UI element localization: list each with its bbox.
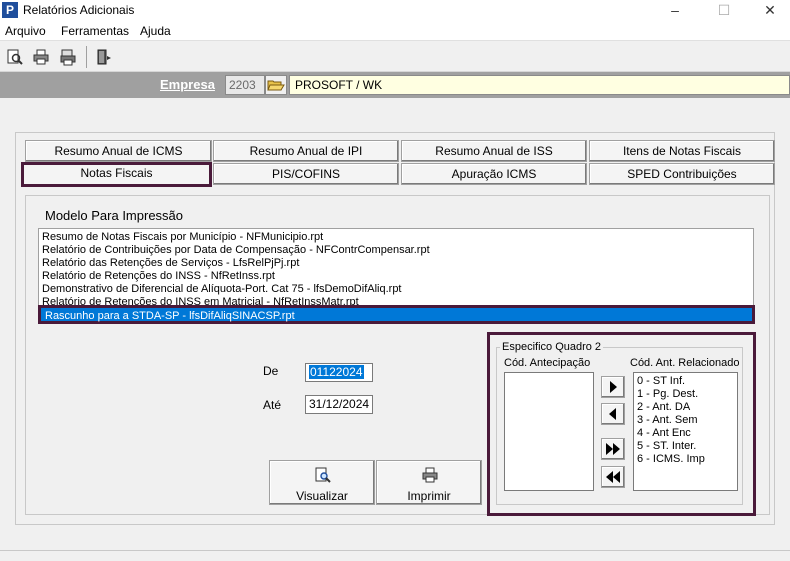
cod-antecipacao-list[interactable] [504, 372, 594, 491]
move-right-button[interactable] [601, 376, 625, 398]
cod-ant-relacionado-list[interactable]: 0 - ST Inf. 1 - Pg. Dest. 2 - Ant. DA 3 … [633, 372, 738, 491]
list-item[interactable]: 4 - Ant Enc [637, 427, 691, 440]
list-item-selected[interactable]: Rascunho para a STDA-SP - lfsDifAliqSINA… [38, 305, 755, 324]
list-item[interactable]: Demonstrativo de Diferencial de Alíquota… [42, 283, 402, 296]
print-button[interactable] [29, 46, 53, 68]
list-item[interactable]: Relatório de Contribuições por Data de C… [42, 244, 430, 257]
empresa-name-field: PROSOFT / WK [289, 75, 790, 95]
exit-button[interactable] [92, 46, 116, 68]
status-divider [0, 550, 790, 551]
tab-notas-fiscais[interactable]: Notas Fiscais [21, 162, 212, 187]
menu-bar: Arquivo Ferramentas Ajuda [0, 21, 790, 41]
imprimir-button[interactable]: Imprimir [376, 460, 482, 505]
list-item[interactable]: 5 - ST. Inter. [637, 440, 696, 453]
menu-ajuda[interactable]: Ajuda [140, 24, 171, 38]
exit-door-icon [97, 49, 111, 65]
empresa-code-field[interactable]: 2203 [225, 75, 265, 95]
date-to-field[interactable]: 31/12/2024 [305, 395, 373, 414]
empresa-browse-button[interactable] [265, 75, 287, 95]
move-left-button[interactable] [601, 403, 625, 425]
batch-print-button[interactable] [56, 46, 80, 68]
empresa-label: Empresa [160, 77, 215, 92]
menu-ferramentas[interactable]: Ferramentas [61, 24, 129, 38]
preview-icon [7, 49, 23, 65]
cod-ant-relacionado-label: Cód. Ant. Relacionado [630, 357, 740, 369]
especifico-title: Especifico Quadro 2 [500, 341, 604, 353]
list-item[interactable]: Relatório das Retenções de Serviços - Lf… [42, 257, 299, 270]
minimize-button[interactable]: – [652, 0, 698, 21]
close-button[interactable]: ✕ [747, 0, 790, 21]
title-bar: P Relatórios Adicionais – ☐ ✕ [0, 0, 790, 21]
list-item[interactable]: Resumo de Notas Fiscais por Município - … [42, 231, 323, 244]
model-title: Modelo Para Impressão [45, 208, 184, 223]
maximize-button[interactable]: ☐ [701, 0, 747, 21]
visualizar-button[interactable]: Visualizar [269, 460, 375, 505]
tab-resumo-anual-icms[interactable]: Resumo Anual de ICMS [25, 140, 212, 162]
list-item[interactable]: 1 - Pg. Dest. [637, 388, 698, 401]
app-icon: P [2, 2, 18, 18]
multi-printer-icon [60, 49, 76, 66]
window-title: Relatórios Adicionais [23, 3, 135, 17]
list-item[interactable]: Relatório de Retenções do INSS - NfRetIn… [42, 270, 275, 283]
printer-icon [422, 467, 438, 483]
double-arrow-right-icon [606, 443, 620, 455]
double-arrow-left-icon [606, 471, 620, 483]
menu-arquivo[interactable]: Arquivo [5, 24, 46, 38]
move-all-right-button[interactable] [601, 438, 625, 460]
tab-itens-notas-fiscais[interactable]: Itens de Notas Fiscais [589, 140, 775, 162]
toolbar-separator [86, 46, 87, 68]
preview-button[interactable] [3, 46, 27, 68]
list-item[interactable]: 6 - ICMS. Imp [637, 453, 705, 466]
list-item[interactable]: 0 - ST Inf. [637, 375, 685, 388]
visualizar-label: Visualizar [296, 489, 348, 503]
tab-apuracao-icms[interactable]: Apuração ICMS [401, 163, 587, 185]
cod-antecipacao-label: Cód. Antecipação [504, 357, 591, 369]
tab-resumo-anual-iss[interactable]: Resumo Anual de ISS [401, 140, 587, 162]
list-item[interactable]: 3 - Ant. Sem [637, 414, 698, 427]
list-item[interactable]: 2 - Ant. DA [637, 401, 690, 414]
imprimir-label: Imprimir [407, 489, 451, 503]
preview-icon [315, 467, 331, 483]
empresa-bar: Empresa 2203 PROSOFT / WK [0, 72, 790, 98]
move-all-left-button[interactable] [601, 466, 625, 488]
date-from-field[interactable]: 01122024 [305, 363, 373, 382]
arrow-right-icon [610, 381, 617, 393]
tab-sped-contribuicoes[interactable]: SPED Contribuições [589, 163, 775, 185]
tab-resumo-anual-ipi[interactable]: Resumo Anual de IPI [213, 140, 399, 162]
tab-pis-cofins[interactable]: PIS/COFINS [213, 163, 399, 185]
printer-icon [33, 49, 49, 65]
date-from-value: 01122024 [309, 365, 364, 379]
ate-label: Até [263, 398, 282, 412]
arrow-left-icon [609, 408, 616, 420]
de-label: De [263, 364, 279, 378]
toolbar [0, 42, 790, 72]
folder-open-icon [267, 80, 285, 91]
